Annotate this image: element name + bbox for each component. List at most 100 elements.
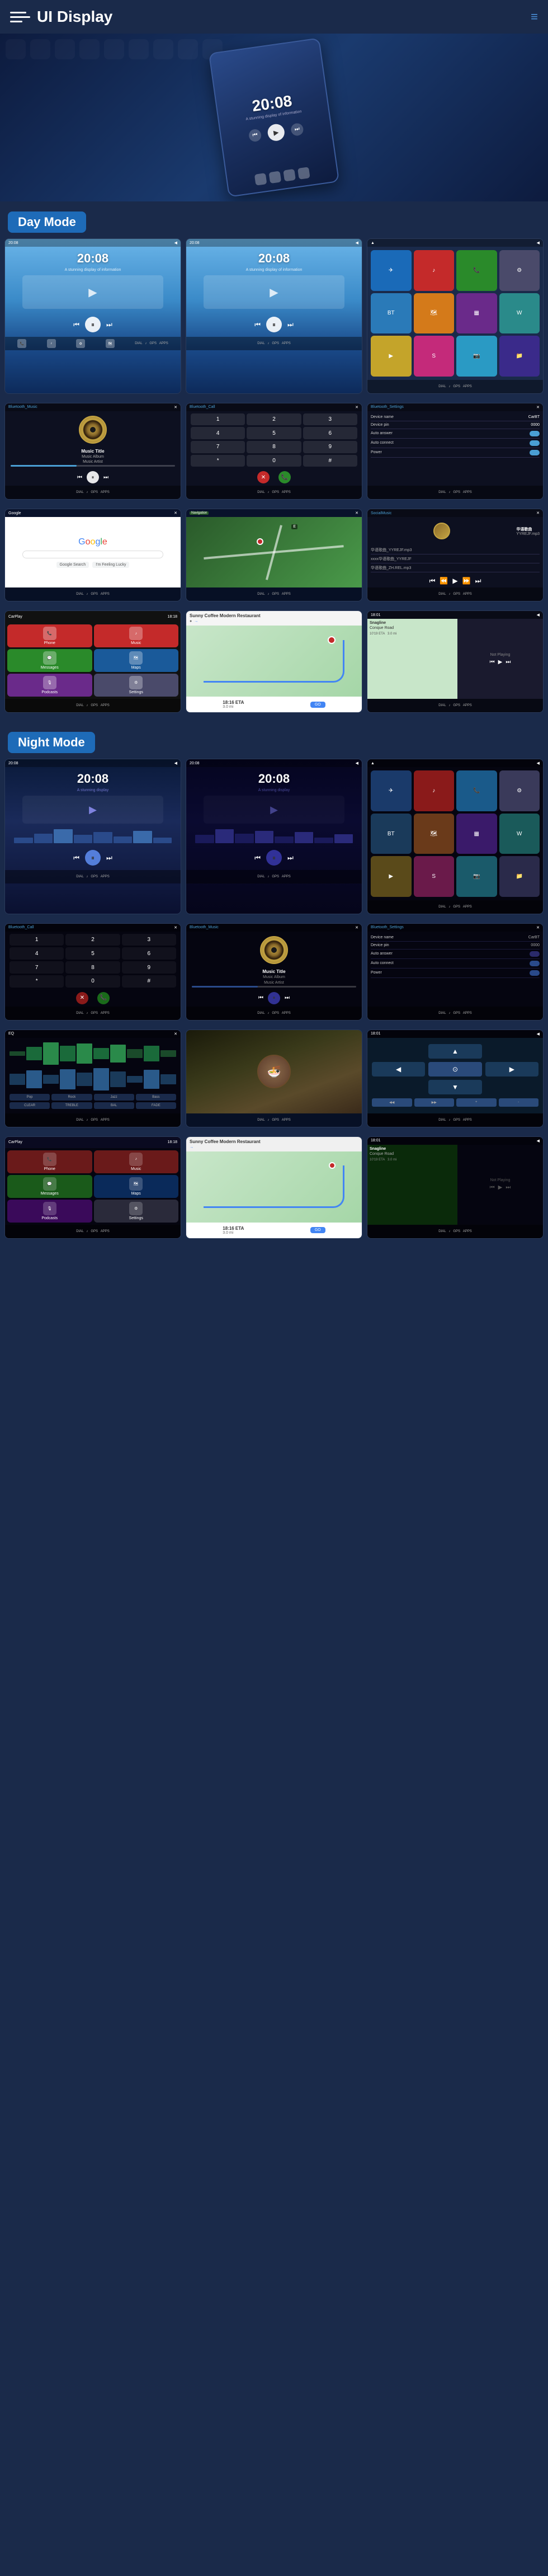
night-next-2[interactable]: ⏭ (287, 854, 294, 862)
key-2[interactable]: 2 (247, 413, 301, 426)
night-bt-next[interactable]: ⏭ (285, 995, 290, 1001)
bt-prev[interactable]: ⏮ (77, 474, 82, 481)
app-youtube[interactable]: ▶ (371, 336, 412, 377)
next-icon[interactable]: ⏭ (106, 321, 112, 329)
auto-connect-toggle[interactable] (530, 440, 540, 446)
play-pause-btn-2[interactable]: ⏸ (266, 317, 282, 332)
eq-btn-2[interactable]: Rock (51, 1094, 92, 1101)
key-8[interactable]: 8 (247, 441, 301, 453)
night-np-prev[interactable]: ⏮ (490, 1184, 495, 1191)
app-apps[interactable]: ▦ (456, 293, 497, 334)
nav-icon[interactable]: ≡ (531, 10, 538, 24)
eq-btn-5[interactable]: CLEAR (10, 1102, 50, 1109)
night-cp-music[interactable]: ♪ Music (94, 1150, 179, 1173)
night-app-7[interactable]: ▦ (456, 814, 497, 854)
night-cp-messages[interactable]: 💬 Messages (7, 1175, 92, 1198)
nav-btn-zoom-in[interactable]: + (456, 1098, 497, 1107)
social-track-2[interactable]: xxxx华语歌曲_YYREJF (371, 556, 540, 563)
night-bt-play[interactable]: ⏸ (268, 992, 280, 1004)
night-app-8[interactable]: W (499, 814, 540, 854)
play-pause-btn[interactable]: ⏸ (85, 317, 101, 332)
nav-icon-4[interactable]: 🗺 (106, 339, 115, 348)
eq-btn-4[interactable]: Bass (136, 1094, 176, 1101)
power-toggle[interactable] (530, 450, 540, 455)
cp-music[interactable]: ♪ Music (94, 624, 179, 647)
answer-call-btn[interactable]: 📞 (278, 471, 291, 483)
app-bt[interactable]: BT (371, 293, 412, 334)
night-app-12[interactable]: 📁 (499, 856, 540, 897)
night-prev-2[interactable]: ⏮ (254, 854, 261, 862)
night-app-1[interactable]: ✈ (371, 770, 412, 811)
menu-icon[interactable] (10, 7, 30, 27)
cp-podcast[interactable]: 🎙 Podcasts (7, 674, 92, 697)
night-key-star[interactable]: * (10, 975, 64, 988)
cp-messages[interactable]: 💬 Messages (7, 649, 92, 672)
night-play-1[interactable]: ⏸ (85, 850, 101, 866)
play-btn[interactable]: ▶ (267, 123, 286, 142)
social-next[interactable]: ⏩ (462, 577, 471, 585)
night-prev-1[interactable]: ⏮ (73, 854, 79, 862)
key-7[interactable]: 7 (191, 441, 245, 453)
social-track-3[interactable]: 华语歌曲_ZH.REL.mp3 (371, 565, 540, 572)
night-bt-prev[interactable]: ⏮ (258, 995, 263, 1001)
key-9[interactable]: 9 (303, 441, 357, 453)
app-waze[interactable]: W (499, 293, 540, 334)
night-end-call[interactable]: ✕ (76, 992, 88, 1004)
go-button[interactable]: GO (310, 702, 325, 708)
app-telegram[interactable]: ✈ (371, 250, 412, 291)
night-cp-maps[interactable]: 🗺 Maps (94, 1175, 179, 1198)
cp-maps[interactable]: 🗺 Maps (94, 649, 179, 672)
night-answer-call[interactable]: 📞 (97, 992, 110, 1004)
prev-btn[interactable]: ⏮ (248, 128, 262, 142)
next-icon-2[interactable]: ⏭ (287, 321, 294, 329)
auto-answer-toggle[interactable] (530, 431, 540, 436)
google-search-bar[interactable] (22, 551, 163, 558)
night-app-10[interactable]: S (414, 856, 455, 897)
nav-icon-3[interactable]: ⚙ (76, 339, 85, 348)
app-nav[interactable]: 🗺 (414, 293, 455, 334)
bt-play[interactable]: ⏸ (87, 471, 99, 483)
night-np-play[interactable]: ▶ (498, 1184, 503, 1191)
np-next[interactable]: ⏭ (506, 659, 511, 665)
night-auto-connect-toggle[interactable] (530, 961, 540, 966)
night-key-2[interactable]: 2 (65, 934, 120, 946)
key-3[interactable]: 3 (303, 413, 357, 426)
social-track-1[interactable]: 华语歌曲_YYREJF.mp3 (371, 547, 540, 554)
key-5[interactable]: 5 (247, 427, 301, 439)
prev-icon[interactable]: ⏮ (73, 321, 79, 329)
nav-btn-seek-f[interactable]: ▶▶ (414, 1098, 455, 1107)
night-cp-phone[interactable]: 📞 Phone (7, 1150, 92, 1173)
night-app-6[interactable]: 🗺 (414, 814, 455, 854)
google-lucky-btn[interactable]: I'm Feeling Lucky (92, 562, 129, 568)
google-search-btn[interactable]: Google Search (56, 562, 89, 568)
night-key-8[interactable]: 8 (65, 961, 120, 974)
nav-right-btn[interactable]: ▶ (485, 1062, 538, 1077)
social-next2[interactable]: ⏭ (475, 577, 481, 585)
nav-btn-seek-b[interactable]: ◀◀ (372, 1098, 412, 1107)
nav-down-btn[interactable]: ▼ (428, 1080, 481, 1094)
end-call-btn[interactable]: ✕ (257, 471, 270, 483)
app-camera[interactable]: 📷 (456, 336, 497, 377)
next-btn[interactable]: ⏭ (290, 123, 304, 137)
night-cp-podcast[interactable]: 🎙 Podcasts (7, 1200, 92, 1223)
night-app-5[interactable]: BT (371, 814, 412, 854)
night-go-button[interactable]: GO (310, 1227, 325, 1233)
night-key-5[interactable]: 5 (65, 947, 120, 960)
night-key-9[interactable]: 9 (122, 961, 176, 974)
night-app-3[interactable]: 📞 (456, 770, 497, 811)
night-key-3[interactable]: 3 (122, 934, 176, 946)
nav-up-btn[interactable]: ▲ (428, 1044, 481, 1059)
night-power-toggle[interactable] (530, 970, 540, 976)
eq-btn-6[interactable]: TREBLE (51, 1102, 92, 1109)
night-next-1[interactable]: ⏭ (106, 854, 112, 862)
key-0[interactable]: 0 (247, 455, 301, 467)
app-phone[interactable]: 📞 (456, 250, 497, 291)
night-key-7[interactable]: 7 (10, 961, 64, 974)
night-play-2[interactable]: ⏸ (266, 850, 282, 866)
app-settings[interactable]: ⚙ (499, 250, 540, 291)
cp-settings-cp[interactable]: ⚙ Settings (94, 674, 179, 697)
nav-btn-zoom-out[interactable]: - (499, 1098, 539, 1107)
social-prev2[interactable]: ⏪ (440, 577, 448, 585)
app-files[interactable]: 📁 (499, 336, 540, 377)
nav-left-btn[interactable]: ◀ (372, 1062, 425, 1077)
